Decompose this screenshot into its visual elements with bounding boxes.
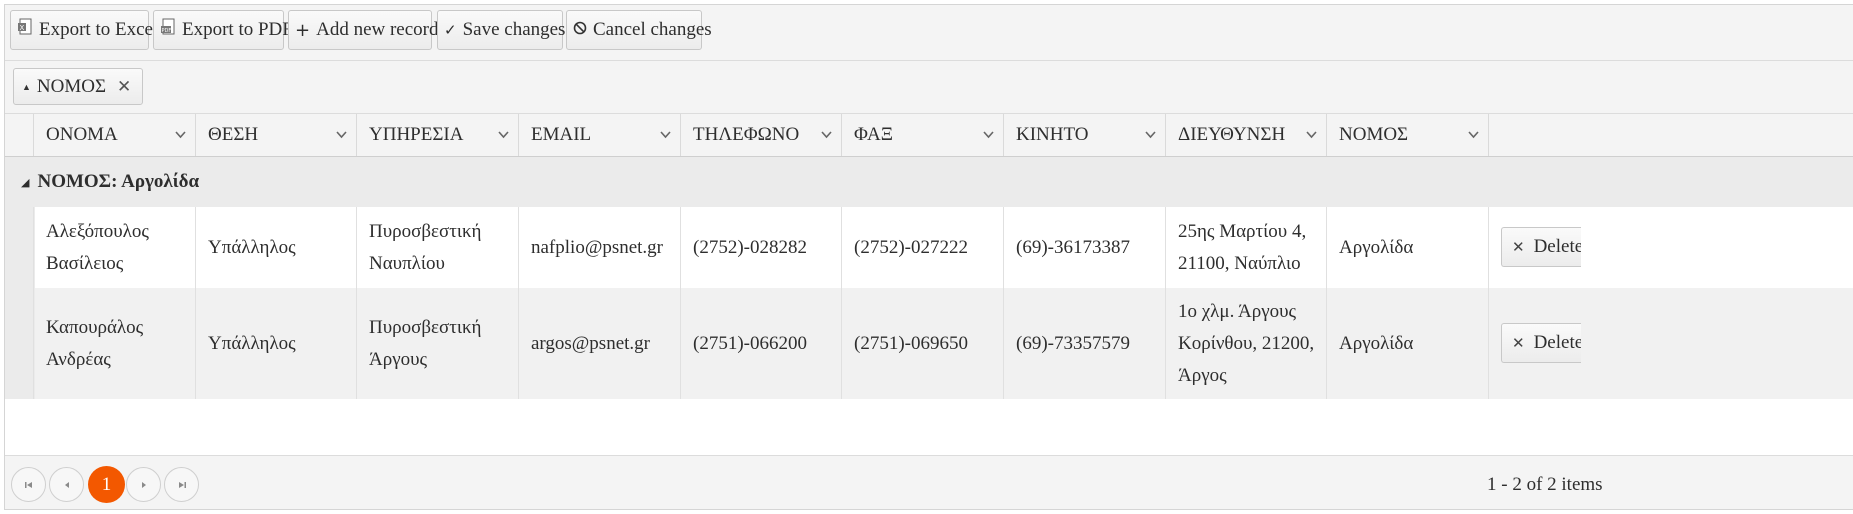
cell-position[interactable]: Υπάλληλος — [195, 288, 356, 399]
column-header-fax[interactable]: ΦΑΞ — [841, 114, 1003, 156]
column-header-address[interactable]: ΔΙΕΥΘΥΝΣΗ — [1165, 114, 1326, 156]
current-page-button[interactable]: 1 — [88, 466, 125, 503]
add-record-button[interactable]: + Add new record — [288, 10, 439, 50]
grid-toolbar: X Export to Excel PDF Export to PDF + Ad… — [5, 5, 1853, 61]
table-row: Αλεξόπουλος Βασίλειος Υπάλληλος Πυροσβεσ… — [5, 207, 1853, 288]
cell-phone[interactable]: (2752)-028282 — [680, 207, 841, 288]
column-header-label: ΚΙΝΗΤΟ — [1016, 124, 1089, 145]
delete-button[interactable]: ✕ Delete — [1501, 227, 1581, 267]
column-header-label: ΟΝΟΜΑ — [46, 124, 118, 145]
delete-label: Delete — [1533, 332, 1581, 353]
pager-info: 1 - 2 of 2 items — [1487, 474, 1603, 495]
excel-icon: X — [17, 18, 33, 42]
table-row: Καπουράλος Ανδρέας Υπάλληλος Πυροσβεστικ… — [5, 288, 1853, 399]
grouping-panel: ▲ ΝΟΜΟΣ ✕ — [5, 61, 1853, 114]
cell-email[interactable]: argos@psnet.gr — [518, 288, 680, 399]
cell-mobile[interactable]: (69)-36173387 — [1003, 207, 1165, 288]
column-header-label: ΦΑΞ — [854, 124, 893, 145]
group-chip-label: ΝΟΜΟΣ — [36, 75, 107, 97]
grid-header: ΟΝΟΜΑ ΘΕΣΗ ΥΠΗΡΕΣΙΑ EMAIL ΤΗΛΕΦΩΝΟ ΦΑΞ Κ… — [5, 114, 1853, 157]
chevron-down-icon[interactable] — [659, 128, 672, 141]
column-header-commands — [1488, 114, 1853, 156]
cell-address[interactable]: 25ης Μαρτίου 4, 21100, Ναύπλιο — [1165, 207, 1326, 288]
cell-email[interactable]: nafplio@psnet.gr — [518, 207, 680, 288]
last-page-button[interactable] — [164, 467, 199, 502]
pdf-icon: PDF — [160, 18, 176, 42]
cell-address[interactable]: 1ο χλμ. Άργους Κορίνθου, 21200, Άργος — [1165, 288, 1326, 399]
first-page-button[interactable] — [11, 467, 46, 502]
cell-name[interactable]: Καπουράλος Ανδρέας — [33, 288, 195, 399]
cell-phone[interactable]: (2751)-066200 — [680, 288, 841, 399]
pager: 1 1 - 2 of 2 items — [5, 455, 1853, 509]
cell-fax[interactable]: (2752)-027222 — [841, 207, 1003, 288]
chevron-down-icon[interactable] — [174, 128, 187, 141]
export-pdf-button[interactable]: PDF Export to PDF — [153, 10, 293, 50]
cell-service[interactable]: Πυροσβεστική Ναυπλίου — [356, 207, 518, 288]
cell-position[interactable]: Υπάλληλος — [195, 207, 356, 288]
cell-mobile[interactable]: (69)-73357579 — [1003, 288, 1165, 399]
group-chip-nomos[interactable]: ▲ ΝΟΜΟΣ ✕ — [13, 68, 143, 105]
chevron-down-icon[interactable] — [1467, 128, 1480, 141]
cell-fax[interactable]: (2751)-069650 — [841, 288, 1003, 399]
group-indent-cell — [5, 288, 35, 399]
delete-label: Delete — [1533, 236, 1581, 257]
chevron-down-icon[interactable] — [820, 128, 833, 141]
chevron-down-icon[interactable] — [982, 128, 995, 141]
cancel-changes-button[interactable]: Cancel changes — [566, 10, 712, 50]
column-header-label: ΝΟΜΟΣ — [1339, 124, 1409, 145]
first-page-icon — [24, 481, 32, 488]
chevron-down-icon[interactable] — [497, 128, 510, 141]
export-pdf-label: Export to PDF — [182, 19, 293, 40]
column-header-prefecture[interactable]: ΝΟΜΟΣ — [1326, 114, 1488, 156]
collapse-group-icon[interactable]: ◢ — [21, 176, 29, 189]
save-changes-label: Save changes — [462, 19, 566, 40]
next-page-button[interactable] — [126, 467, 161, 502]
group-header-label: ΝΟΜΟΣ: Αργολίδα — [37, 171, 200, 192]
cell-name[interactable]: Αλεξόπουλος Βασίλειος — [33, 207, 195, 288]
plus-icon: + — [295, 19, 311, 41]
cell-service[interactable]: Πυροσβεστική Άργους — [356, 288, 518, 399]
last-page-icon — [178, 481, 186, 488]
save-changes-button[interactable]: ✓ Save changes — [437, 10, 566, 50]
previous-page-icon — [64, 481, 69, 488]
svg-text:PDF: PDF — [162, 28, 172, 34]
chevron-down-icon[interactable] — [1305, 128, 1318, 141]
cell-prefecture[interactable]: Αργολίδα — [1326, 207, 1488, 288]
cancel-changes-label: Cancel changes — [593, 19, 712, 40]
check-icon: ✓ — [444, 21, 457, 39]
chevron-down-icon[interactable] — [335, 128, 348, 141]
export-excel-button[interactable]: X Export to Excel — [10, 10, 158, 50]
next-page-icon — [141, 481, 146, 488]
close-icon: ✕ — [1512, 334, 1525, 352]
close-icon: ✕ — [1512, 238, 1525, 256]
delete-button[interactable]: ✕ Delete — [1501, 323, 1581, 363]
cancel-icon — [573, 19, 587, 41]
data-grid: X Export to Excel PDF Export to PDF + Ad… — [4, 4, 1853, 510]
column-header-mobile[interactable]: ΚΙΝΗΤΟ — [1003, 114, 1165, 156]
group-header-row: ◢ ΝΟΜΟΣ: Αργολίδα — [5, 157, 1853, 207]
group-indent-cell — [5, 207, 35, 288]
column-header-label: ΥΠΗΡΕΣΙΑ — [369, 124, 464, 145]
cell-prefecture[interactable]: Αργολίδα — [1326, 288, 1488, 399]
column-header-service[interactable]: ΥΠΗΡΕΣΙΑ — [356, 114, 518, 156]
column-header-phone[interactable]: ΤΗΛΕΦΩΝΟ — [680, 114, 841, 156]
column-header-position[interactable]: ΘΕΣΗ — [195, 114, 356, 156]
column-header-label: ΔΙΕΥΘΥΝΣΗ — [1178, 124, 1286, 145]
previous-page-button[interactable] — [49, 467, 84, 502]
remove-group-icon[interactable]: ✕ — [117, 77, 131, 97]
column-header-label: ΤΗΛΕΦΩΝΟ — [693, 124, 800, 145]
export-excel-label: Export to Excel — [39, 19, 159, 40]
chevron-down-icon[interactable] — [1144, 128, 1157, 141]
column-header-label: ΘΕΣΗ — [208, 124, 259, 145]
grid-empty-area — [5, 399, 1853, 455]
column-header-email[interactable]: EMAIL — [518, 114, 680, 156]
column-header-name[interactable]: ΟΝΟΜΑ — [33, 114, 195, 156]
svg-text:X: X — [20, 24, 25, 32]
column-header-label: EMAIL — [531, 124, 592, 145]
add-record-label: Add new record — [316, 19, 439, 40]
sort-ascending-icon: ▲ — [22, 81, 31, 92]
